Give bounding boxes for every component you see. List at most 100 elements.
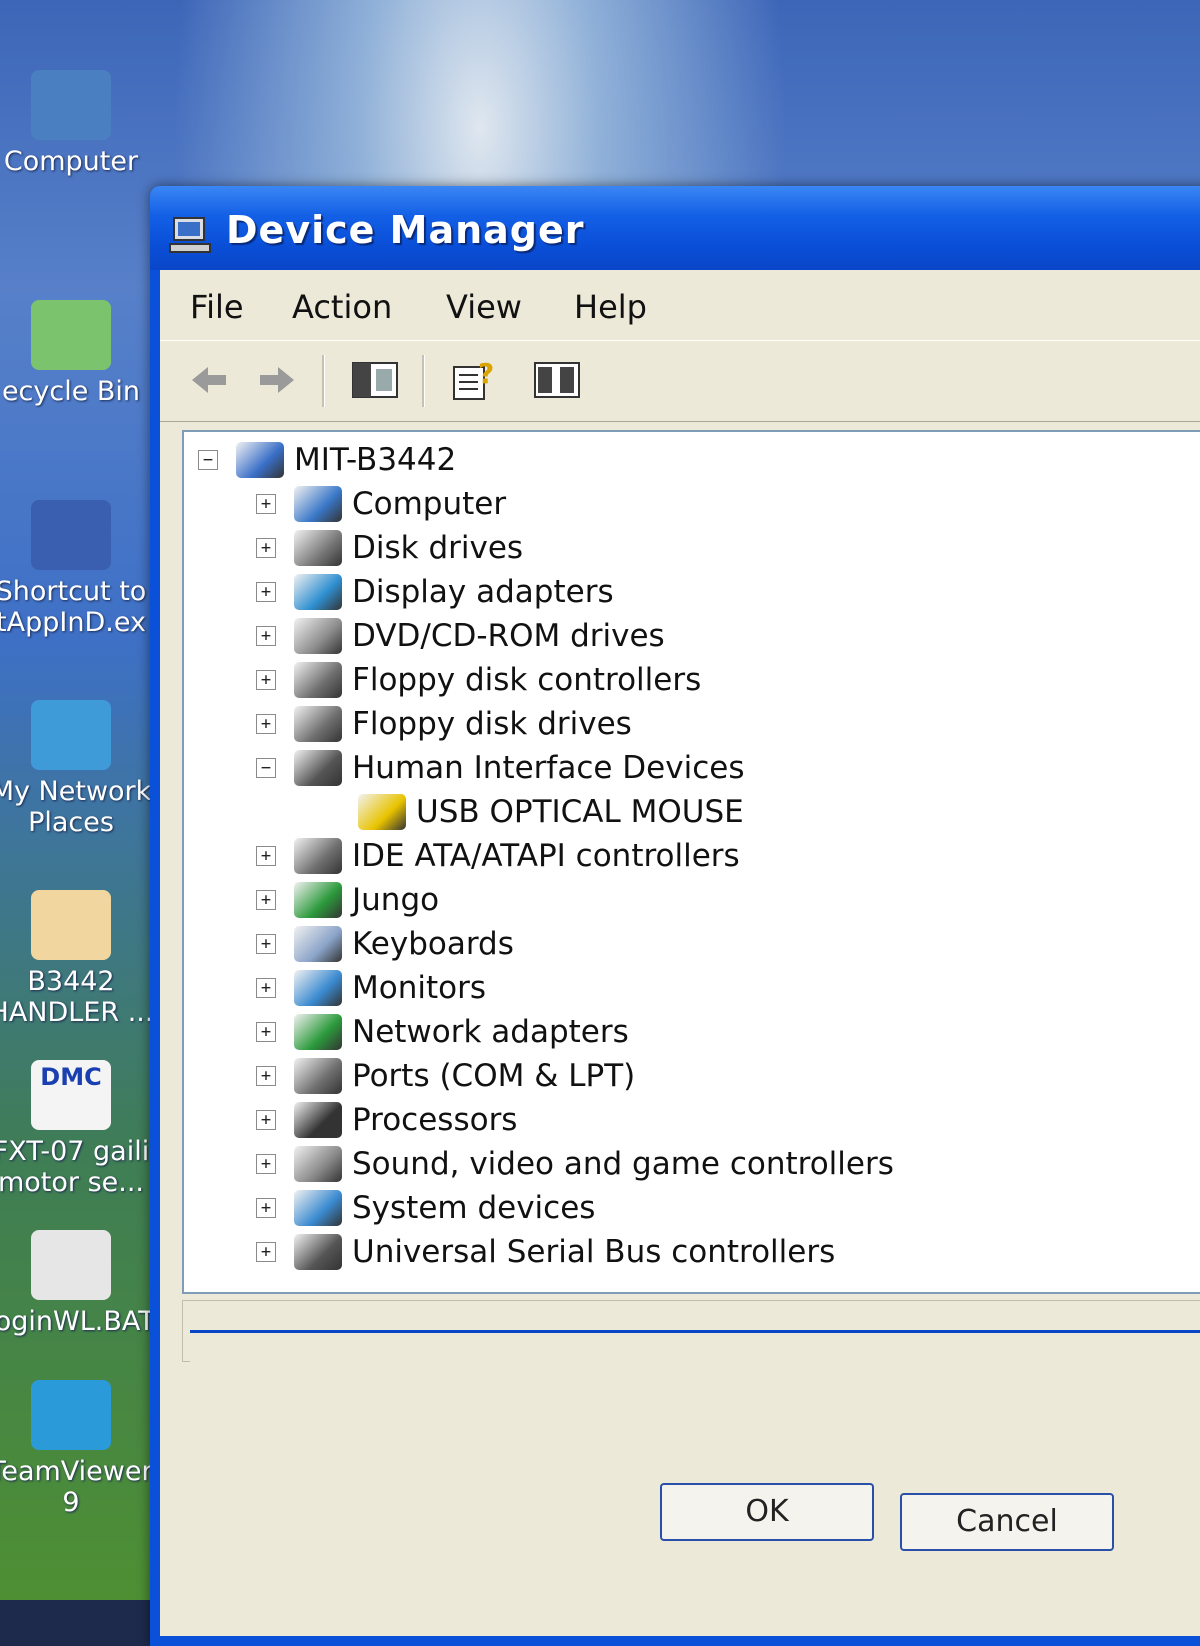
tree-item-category[interactable]: + Computer (256, 484, 506, 524)
desktop-icon-label: TeamViewer 9 (0, 1456, 153, 1518)
tree-item-category[interactable]: + Ports (COM & LPT) (256, 1056, 635, 1096)
desktop-icon-label: FXT-07 gaili motor se... (0, 1136, 150, 1198)
tree-item-category[interactable]: + IDE ATA/ATAPI controllers (256, 836, 740, 876)
tree-expander[interactable]: + (256, 846, 276, 866)
tree-item-label: Keyboards (352, 926, 514, 962)
processor-icon (294, 1102, 342, 1138)
tree-item-category[interactable]: + Disk drives (256, 528, 523, 568)
tree-item-category[interactable]: + Processors (256, 1100, 517, 1140)
monitor-icon (294, 970, 342, 1006)
title-bar[interactable]: Device Manager (150, 186, 1200, 270)
menu-view[interactable]: View (446, 288, 522, 326)
tree-expander[interactable]: + (256, 714, 276, 734)
disk-drive-icon (294, 530, 342, 566)
network-adapter-icon (294, 1014, 342, 1050)
tree-expander[interactable]: + (256, 890, 276, 910)
background-dialog: OK Cancel (190, 1330, 1200, 1603)
tree-expander[interactable]: + (256, 670, 276, 690)
tree-item-label: Disk drives (352, 530, 524, 566)
computer-icon (294, 486, 342, 522)
tree-item-category[interactable]: + Floppy disk drives (256, 704, 632, 744)
console-view-icon[interactable] (532, 357, 582, 403)
toolbar-separator (422, 355, 425, 407)
tree-expander[interactable]: + (256, 1022, 276, 1042)
menu-help[interactable]: Help (574, 288, 647, 326)
tree-item-label: USB OPTICAL MOUSE (416, 794, 744, 830)
show-hide-tree-icon[interactable] (350, 357, 400, 403)
menu-action[interactable]: Action (292, 288, 392, 326)
recycle-bin-icon (31, 300, 111, 370)
tree-expander[interactable]: + (256, 1066, 276, 1086)
batch-file-icon (31, 1230, 111, 1300)
desktop-icon[interactable]: My Network Places (0, 700, 156, 838)
menu-file[interactable]: File (190, 288, 244, 326)
tree-item-label: Display adapters (352, 574, 614, 610)
tree-item-category[interactable]: + System devices (256, 1188, 595, 1228)
tree-expander[interactable]: + (256, 538, 276, 558)
tree-expander[interactable]: + (256, 494, 276, 514)
tree-item-label: Human Interface Devices (352, 750, 745, 786)
cancel-button[interactable]: Cancel (900, 1493, 1114, 1551)
icon-badge: DMC (40, 1063, 102, 1091)
tree-expander[interactable]: + (256, 582, 276, 602)
computer-icon (31, 70, 111, 140)
tree-expander[interactable]: + (256, 1198, 276, 1218)
tree-expander[interactable]: + (256, 1154, 276, 1174)
svg-text:?: ? (478, 357, 494, 390)
properties-help-icon[interactable]: ? (450, 357, 500, 403)
tree-item-label: Sound, video and game controllers (352, 1146, 894, 1182)
port-icon (294, 1058, 342, 1094)
tree-expander[interactable]: + (256, 934, 276, 954)
ide-controller-icon (294, 838, 342, 874)
tree-item-category[interactable]: + Floppy disk controllers (256, 660, 701, 700)
system-device-icon (294, 1190, 342, 1226)
dvd-drive-icon (294, 618, 342, 654)
tree-item-category[interactable]: + Universal Serial Bus controllers (256, 1232, 835, 1272)
tree-expander[interactable]: + (256, 978, 276, 998)
floppy-drive-icon (294, 706, 342, 742)
window-title: Device Manager (226, 208, 585, 252)
desktop-icon-label: ecycle Bin (1, 376, 141, 407)
tree-item-category[interactable]: + Network adapters (256, 1012, 629, 1052)
desktop-icon[interactable]: TeamViewer 9 (0, 1380, 156, 1518)
app-shortcut-icon (31, 500, 111, 570)
desktop-icon-label: Shortcut to tAppInD.ex (0, 576, 147, 638)
tree-item-category[interactable]: + Display adapters (256, 572, 614, 612)
network-places-icon (31, 700, 111, 770)
tree-item-category[interactable]: + DVD/CD-ROM drives (256, 616, 665, 656)
tree-item-category[interactable]: − Human Interface Devices (256, 748, 744, 788)
tree-item-category[interactable]: + Sound, video and game controllers (256, 1144, 894, 1184)
desktop-icon[interactable]: Computer (0, 70, 156, 177)
computer-icon (236, 442, 284, 478)
tree-item-label: Monitors (352, 970, 486, 1006)
tree-item-label: Ports (COM & LPT) (352, 1058, 636, 1094)
tree-item-category[interactable]: + Monitors (256, 968, 486, 1008)
desktop-icon[interactable]: loginWL.BAT (0, 1230, 156, 1337)
forward-arrow-icon[interactable] (252, 357, 302, 403)
tree-expander[interactable]: + (256, 626, 276, 646)
jungo-icon (294, 882, 342, 918)
back-arrow-icon[interactable] (184, 357, 234, 403)
display-adapter-icon (294, 574, 342, 610)
desktop-icon[interactable]: B3442 HANDLER ... (0, 890, 156, 1028)
desktop-icon[interactable]: ecycle Bin (0, 300, 156, 407)
tree-expander[interactable]: − (256, 758, 276, 778)
ok-button[interactable]: OK (660, 1483, 874, 1541)
tree-item-label: System devices (352, 1190, 596, 1226)
tree-root[interactable]: MIT-B3442 (236, 440, 456, 480)
tree-item-label: Floppy disk controllers (352, 662, 702, 698)
tree-item-label: Processors (352, 1102, 518, 1138)
tree-expander[interactable]: + (256, 1242, 276, 1262)
tree-root-expander[interactable]: − (198, 450, 218, 470)
desktop-icon[interactable]: Shortcut to tAppInD.ex (0, 500, 156, 638)
image-file-icon (31, 890, 111, 960)
tree-expander[interactable]: + (256, 1110, 276, 1130)
tree-item-category[interactable]: + Keyboards (256, 924, 514, 964)
desktop-icon-label: loginWL.BAT (0, 1306, 155, 1337)
desktop-icon[interactable]: DMC FXT-07 gaili motor se... (0, 1060, 156, 1198)
sound-icon (294, 1146, 342, 1182)
tree-item-device[interactable]: USB OPTICAL MOUSE (358, 792, 744, 832)
tree-item-category[interactable]: + Jungo (256, 880, 439, 920)
tree-item-label: Jungo (352, 882, 440, 918)
tree-item-label: Computer (352, 486, 507, 522)
